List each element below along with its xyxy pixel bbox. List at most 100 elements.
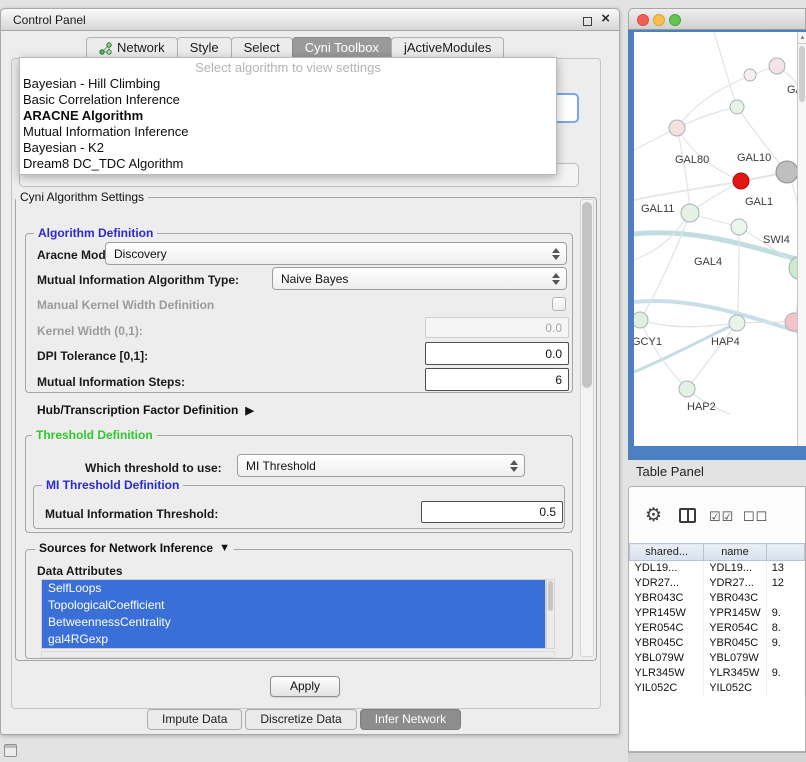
network-window-titlebar[interactable] [628,8,806,30]
mi-steps-label: Mutual Information Steps: [37,375,185,389]
collapsed-panel-icon[interactable] [4,744,17,757]
algorithm-menu-item[interactable]: Bayesian - K2 [20,140,556,156]
tab-network[interactable]: Network [86,37,178,59]
select-none-icon[interactable]: ☐☐ [743,509,768,525]
table-row[interactable]: YBR045CYBR045C9. [630,636,805,651]
algorithm-menu-item[interactable]: Mutual Information Inference [20,124,556,140]
column-header[interactable]: shared... [630,544,704,561]
settings-scrollbar[interactable] [580,199,594,657]
tab-impute-data[interactable]: Impute Data [147,709,242,730]
data-attribute-item[interactable]: SelfLoops [42,580,545,597]
dpi-tolerance-label: DPI Tolerance [0,1]: [37,349,148,363]
table-toolbar: ⚙ ☑☑ ☐☐ [629,487,806,543]
network-view-window: GAL80GAL10GAL11GAL1SWI4GAL4GCY1HAP4HAP2G… [628,8,806,452]
tab-label: jActiveModules [404,38,491,58]
tab-jactivemodules[interactable]: jActiveModules [391,37,504,59]
dpi-tolerance-field[interactable] [425,342,569,365]
network-node-label: GCY1 [634,336,662,348]
hub-section-toggle[interactable]: Hub/Transcription Factor Definition ▶ [37,403,254,417]
network-graph[interactable]: GAL80GAL10GAL11GAL1SWI4GAL4GCY1HAP4HAP2G… [634,32,797,446]
data-attribute-item[interactable]: BetweennessCentrality [42,614,545,631]
network-node[interactable] [744,69,756,81]
network-node[interactable] [776,161,797,183]
minimize-traffic-light-icon[interactable] [653,14,665,26]
algorithm-menu-item[interactable]: Basic Correlation Inference [20,92,556,108]
table-row[interactable]: YDR27...YDR27...12 [630,576,805,591]
data-attribute-item[interactable]: TopologicalCoefficient [42,597,545,614]
group-title: Algorithm Definition [34,226,157,240]
mi-type-select[interactable]: Naive Bayes [272,267,567,290]
network-node[interactable] [769,58,785,74]
table-row[interactable]: YLR345WYLR345W9. [630,666,805,681]
zoom-traffic-light-icon[interactable] [669,14,681,26]
network-node[interactable] [730,100,744,114]
algorithm-menu-item[interactable]: ARACNE Algorithm [20,108,556,124]
apply-button[interactable]: Apply [270,676,340,697]
kernel-width-label: Kernel Width (0,1): [37,324,143,338]
close-icon[interactable]: × [601,11,610,27]
attribute-list-scrollbar[interactable] [546,579,555,649]
close-traffic-light-icon[interactable] [637,14,649,26]
tab-cyni-toolbox[interactable]: Cyni Toolbox [292,37,392,59]
algorithm-menu-item[interactable]: Bayesian - Hill Climbing [20,76,556,92]
network-canvas[interactable]: GAL80GAL10GAL11GAL1SWI4GAL4GCY1HAP4HAP2G… [634,32,797,446]
tab-style[interactable]: Style [177,37,232,59]
group-title: Threshold Definition [32,428,157,442]
control-panel-tabs: Network Style Select Cyni Toolbox jActiv… [87,37,504,59]
scrollbar-thumb[interactable] [799,46,805,102]
restore-icon[interactable] [583,15,592,29]
gear-icon[interactable]: ⚙ [645,504,662,527]
sources-section-toggle[interactable]: Sources for Network Inference ▼ [35,541,234,555]
cyni-bottom-tabs: Impute Data Discretize Data Infer Networ… [147,709,461,730]
columns-icon[interactable] [679,508,696,523]
which-threshold-select[interactable]: MI Threshold [237,454,525,477]
menu-placeholder: Select algorithm to view settings [20,60,556,76]
table-row[interactable]: YBL079WYBL079W [630,651,805,666]
combo-arrows-icon [552,273,560,285]
mi-threshold-field[interactable] [421,501,563,523]
mi-steps-field[interactable] [425,368,569,391]
network-node-label: HAP4 [711,336,740,348]
network-node-label: GAL10 [737,152,771,164]
attribute-list-hscrollbar[interactable] [41,651,555,658]
network-node[interactable] [729,315,745,331]
network-node-label: GAL1 [745,196,773,208]
scrollbar-thumb[interactable] [582,202,592,388]
kernel-width-field[interactable] [425,317,569,338]
tab-select[interactable]: Select [231,37,293,59]
network-node[interactable] [731,219,747,235]
control-panel-titlebar[interactable]: Control Panel × [1,9,619,31]
network-node[interactable] [679,381,695,397]
network-scrollbar[interactable]: ▲ [797,32,806,446]
table-row[interactable]: YPR145WYPR145W9. [630,606,805,621]
column-header[interactable]: name [704,544,766,561]
network-node-label: GAL [787,84,797,96]
data-attributes-list[interactable]: SelfLoopsTopologicalCoefficientBetweenne… [41,579,546,649]
table-row[interactable]: YIL052CYIL052C [630,681,805,696]
select-all-icon[interactable]: ☑☑ [709,509,734,525]
manual-kernel-checkbox[interactable] [552,297,566,311]
table-row[interactable]: YDL19...YDL19...13 [630,561,805,576]
mi-threshold-label: Mutual Information Threshold: [45,507,218,521]
table-row[interactable]: YBR043CYBR043C [630,591,805,606]
manual-kernel-label: Manual Kernel Width Definition [37,298,214,312]
network-node-label: GAL11 [641,203,674,215]
aracne-mode-select[interactable]: Discovery [105,242,567,265]
column-header[interactable] [766,544,804,561]
scrollbar-thumb[interactable] [548,581,553,611]
network-node[interactable] [669,120,685,136]
expand-arrow-icon[interactable]: ▶ [245,404,253,417]
node-table: shared... name YDL19...YDL19...13YDR27..… [629,543,805,696]
network-node[interactable] [681,204,699,222]
network-node-label: HAP2 [687,401,716,413]
tab-infer-network[interactable]: Infer Network [360,709,461,730]
table-panel-title: Table Panel [636,464,704,479]
algorithm-menu-item[interactable]: Dream8 DC_TDC Algorithm [20,156,556,172]
scroll-up-icon[interactable]: ▲ [798,32,806,44]
tab-discretize-data[interactable]: Discretize Data [245,709,356,730]
network-node[interactable] [634,312,648,328]
table-row[interactable]: YER054CYER054C8. [630,621,805,636]
network-node[interactable] [733,173,749,189]
data-attribute-item[interactable]: gal4RGexp [42,631,545,648]
collapse-arrow-icon[interactable]: ▼ [219,542,230,554]
